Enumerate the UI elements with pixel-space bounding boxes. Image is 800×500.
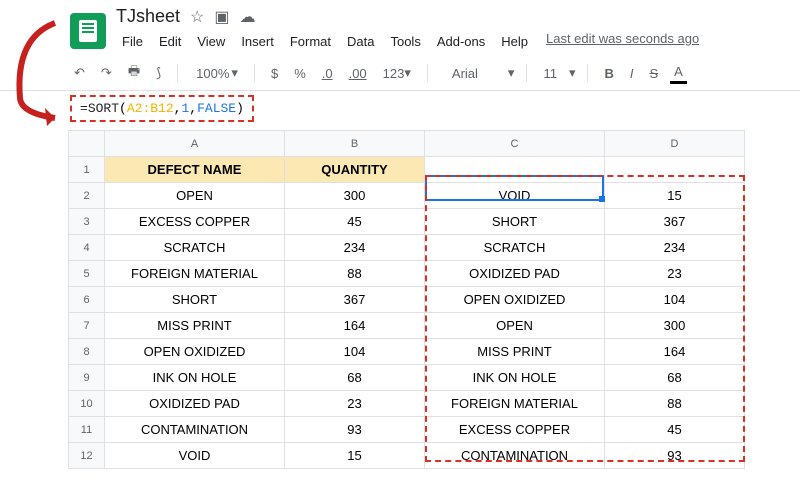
cell[interactable]: SHORT bbox=[425, 209, 605, 235]
menu-file[interactable]: File bbox=[116, 31, 149, 52]
menu-tools[interactable]: Tools bbox=[384, 31, 426, 52]
cell[interactable]: 23 bbox=[285, 391, 425, 417]
document-title[interactable]: TJsheet bbox=[116, 6, 180, 27]
menu-view[interactable]: View bbox=[191, 31, 231, 52]
star-icon[interactable]: ☆ bbox=[190, 7, 204, 27]
cell[interactable]: 15 bbox=[285, 443, 425, 469]
cell[interactable]: 88 bbox=[285, 261, 425, 287]
cell[interactable]: 88 bbox=[605, 391, 745, 417]
cell[interactable]: 104 bbox=[605, 287, 745, 313]
last-edit-link[interactable]: Last edit was seconds ago bbox=[546, 31, 699, 52]
cell[interactable]: 300 bbox=[285, 183, 425, 209]
cell[interactable]: OPEN bbox=[105, 183, 285, 209]
font-select[interactable]: Arial bbox=[440, 66, 500, 81]
row-header[interactable]: 3 bbox=[69, 209, 105, 235]
strikethrough-button[interactable]: S bbox=[645, 64, 662, 83]
cell[interactable]: OPEN bbox=[425, 313, 605, 339]
cell[interactable]: 104 bbox=[285, 339, 425, 365]
cell[interactable]: 15 bbox=[605, 183, 745, 209]
decrease-decimal[interactable]: .0 bbox=[318, 64, 337, 83]
cell[interactable]: INK ON HOLE bbox=[105, 365, 285, 391]
cell[interactable]: CONTAMINATION bbox=[425, 443, 605, 469]
cell[interactable]: 45 bbox=[605, 417, 745, 443]
toolbar: ↶ ↷ 🖶 ⟆ 100% ▾ $ % .0 .00 123 ▾ Arial▾ 1… bbox=[0, 56, 800, 91]
row-header[interactable]: 9 bbox=[69, 365, 105, 391]
row-header[interactable]: 2 bbox=[69, 183, 105, 209]
cell[interactable]: 68 bbox=[605, 365, 745, 391]
cell[interactable]: EXCESS COPPER bbox=[105, 209, 285, 235]
cell[interactable]: FOREIGN MATERIAL bbox=[105, 261, 285, 287]
row-header[interactable]: 10 bbox=[69, 391, 105, 417]
font-size[interactable]: 11 bbox=[539, 64, 561, 83]
bold-button[interactable]: B bbox=[600, 64, 617, 83]
cell[interactable]: SCRATCH bbox=[105, 235, 285, 261]
cell[interactable]: 164 bbox=[605, 339, 745, 365]
row-header[interactable]: 7 bbox=[69, 313, 105, 339]
cell[interactable]: MISS PRINT bbox=[425, 339, 605, 365]
cell[interactable]: CONTAMINATION bbox=[105, 417, 285, 443]
cell[interactable]: SCRATCH bbox=[425, 235, 605, 261]
cell[interactable]: 367 bbox=[605, 209, 745, 235]
row-header[interactable]: 4 bbox=[69, 235, 105, 261]
text-color-button[interactable]: A bbox=[670, 62, 687, 84]
italic-button[interactable]: I bbox=[626, 64, 638, 83]
cell[interactable]: 93 bbox=[285, 417, 425, 443]
increase-decimal[interactable]: .00 bbox=[345, 64, 371, 83]
cell[interactable]: 367 bbox=[285, 287, 425, 313]
cell[interactable] bbox=[425, 157, 605, 183]
sheets-logo bbox=[70, 13, 106, 49]
menu-data[interactable]: Data bbox=[341, 31, 380, 52]
cell[interactable]: EXCESS COPPER bbox=[425, 417, 605, 443]
cell[interactable]: MISS PRINT bbox=[105, 313, 285, 339]
row-header[interactable]: 11 bbox=[69, 417, 105, 443]
menu-addons[interactable]: Add-ons bbox=[431, 31, 491, 52]
cell[interactable]: OXIDIZED PAD bbox=[425, 261, 605, 287]
menu-format[interactable]: Format bbox=[284, 31, 337, 52]
cell[interactable]: VOID bbox=[425, 183, 605, 209]
menu-edit[interactable]: Edit bbox=[153, 31, 187, 52]
format-percent[interactable]: % bbox=[290, 64, 310, 83]
cell[interactable]: FOREIGN MATERIAL bbox=[425, 391, 605, 417]
cell[interactable]: 45 bbox=[285, 209, 425, 235]
move-icon[interactable]: ▣ bbox=[214, 7, 229, 27]
spreadsheet-grid[interactable]: A B C D 1 DEFECT NAME QUANTITY 2OPEN300V… bbox=[68, 130, 800, 469]
menu-insert[interactable]: Insert bbox=[235, 31, 280, 52]
cell[interactable]: 68 bbox=[285, 365, 425, 391]
col-header-d[interactable]: D bbox=[605, 131, 745, 157]
cell[interactable]: 164 bbox=[285, 313, 425, 339]
row-header[interactable]: 5 bbox=[69, 261, 105, 287]
undo-icon[interactable]: ↶ bbox=[70, 63, 89, 83]
redo-icon[interactable]: ↷ bbox=[97, 63, 116, 83]
cell[interactable]: 93 bbox=[605, 443, 745, 469]
cell[interactable]: OPEN OXIDIZED bbox=[105, 339, 285, 365]
cell[interactable]: SHORT bbox=[105, 287, 285, 313]
print-icon[interactable]: 🖶 bbox=[124, 60, 144, 86]
row-header[interactable]: 8 bbox=[69, 339, 105, 365]
row-header[interactable]: 6 bbox=[69, 287, 105, 313]
paint-format-icon[interactable]: ⟆ bbox=[152, 63, 165, 83]
menu-help[interactable]: Help bbox=[495, 31, 534, 52]
format-currency[interactable]: $ bbox=[267, 64, 282, 83]
col-header-a[interactable]: A bbox=[105, 131, 285, 157]
row-header[interactable]: 1 bbox=[69, 157, 105, 183]
col-header-c[interactable]: C bbox=[425, 131, 605, 157]
cell[interactable]: OXIDIZED PAD bbox=[105, 391, 285, 417]
formula-input[interactable]: =SORT(A2:B12,1,FALSE) bbox=[70, 95, 254, 122]
cell[interactable]: 234 bbox=[605, 235, 745, 261]
more-formats[interactable]: 123 ▾ bbox=[379, 63, 415, 83]
row-header[interactable]: 12 bbox=[69, 443, 105, 469]
cell[interactable]: DEFECT NAME bbox=[105, 157, 285, 183]
cell[interactable]: VOID bbox=[105, 443, 285, 469]
cell[interactable]: INK ON HOLE bbox=[425, 365, 605, 391]
cell[interactable] bbox=[605, 157, 745, 183]
zoom-select[interactable]: 100% ▾ bbox=[190, 63, 242, 83]
cell[interactable]: 234 bbox=[285, 235, 425, 261]
cloud-icon[interactable]: ☁ bbox=[240, 7, 256, 27]
cell[interactable]: OPEN OXIDIZED bbox=[425, 287, 605, 313]
cell[interactable]: 23 bbox=[605, 261, 745, 287]
cell[interactable]: 300 bbox=[605, 313, 745, 339]
menu-bar: File Edit View Insert Format Data Tools … bbox=[116, 27, 699, 56]
cell[interactable]: QUANTITY bbox=[285, 157, 425, 183]
col-header-b[interactable]: B bbox=[285, 131, 425, 157]
